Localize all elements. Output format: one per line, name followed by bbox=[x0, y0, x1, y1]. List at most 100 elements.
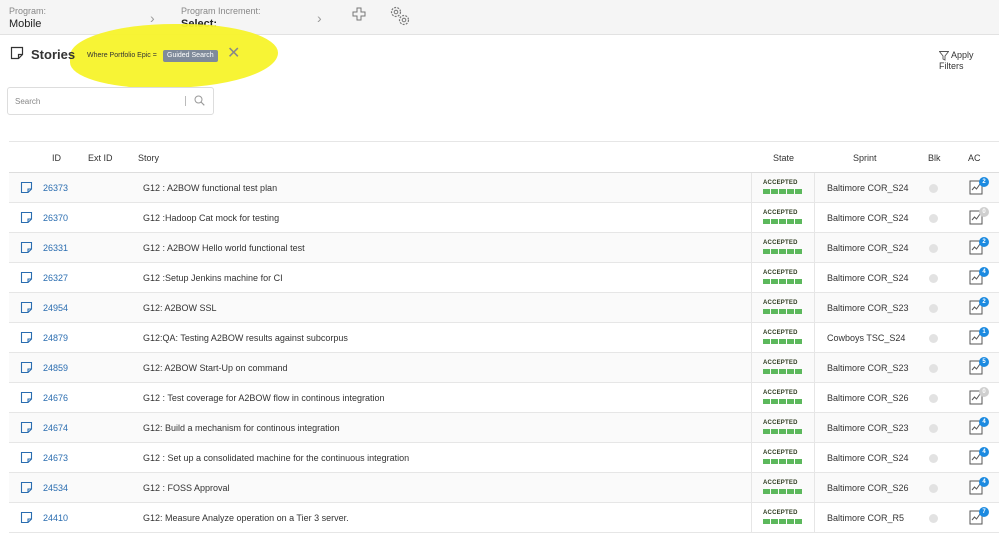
state-label: ACCEPTED bbox=[763, 330, 798, 336]
table-row[interactable]: 24859 G12: A2BOW Start-Up on command ACC… bbox=[9, 353, 999, 383]
blocked-indicator-icon[interactable] bbox=[929, 304, 938, 313]
acceptance-criteria-count-badge: 2 bbox=[979, 237, 989, 247]
blocked-indicator-icon[interactable] bbox=[929, 244, 938, 253]
table-row[interactable]: 26373 G12 : A2BOW functional test plan A… bbox=[9, 173, 999, 203]
story-name: G12 : A2BOW Hello world functional test bbox=[143, 243, 305, 253]
blocked-indicator-icon[interactable] bbox=[929, 514, 938, 523]
sprint-name: Baltimore COR_S24 bbox=[827, 273, 909, 283]
blocked-indicator-icon[interactable] bbox=[929, 394, 938, 403]
story-name: G12:QA: Testing A2BOW results against su… bbox=[143, 333, 348, 343]
acceptance-criteria-count-badge: 7 bbox=[979, 507, 989, 517]
state-progress-bar bbox=[763, 279, 802, 284]
table-row[interactable]: 26327 G12 :Setup Jenkins machine for CI … bbox=[9, 263, 999, 293]
acceptance-criteria-count-badge: 2 bbox=[979, 297, 989, 307]
state-label: ACCEPTED bbox=[763, 510, 798, 516]
story-name: G12: A2BOW SSL bbox=[143, 303, 217, 313]
acceptance-criteria-count-badge: 4 bbox=[979, 447, 989, 457]
state-progress-bar bbox=[763, 339, 802, 344]
sprint-name: Baltimore COR_S23 bbox=[827, 363, 909, 373]
state-cell: ACCEPTED bbox=[751, 293, 815, 322]
story-icon bbox=[20, 511, 33, 524]
blocked-indicator-icon[interactable] bbox=[929, 214, 938, 223]
column-header-ac[interactable]: AC bbox=[968, 153, 981, 163]
column-header-ext-id[interactable]: Ext ID bbox=[88, 153, 113, 163]
story-icon bbox=[20, 211, 33, 224]
state-progress-bar bbox=[763, 369, 802, 374]
acceptance-criteria-count-badge: 2 bbox=[979, 177, 989, 187]
story-name: G12: Measure Analyze operation on a Tier… bbox=[143, 513, 349, 523]
story-id-link[interactable]: 24879 bbox=[43, 333, 68, 343]
settings-gear-icon[interactable] bbox=[389, 5, 411, 27]
column-header-sprint[interactable]: Sprint bbox=[853, 153, 877, 163]
apply-filters-button[interactable]: Apply Filters bbox=[938, 50, 999, 71]
state-cell: ACCEPTED bbox=[751, 233, 815, 262]
acceptance-criteria-count-badge: 0 bbox=[979, 387, 989, 397]
story-icon bbox=[20, 241, 33, 254]
filter-chip[interactable]: Guided Search bbox=[163, 50, 218, 62]
acceptance-criteria-count-badge: 0 bbox=[979, 207, 989, 217]
story-icon bbox=[20, 181, 33, 194]
state-label: ACCEPTED bbox=[763, 270, 798, 276]
table-row[interactable]: 24676 G12 : Test coverage for A2BOW flow… bbox=[9, 383, 999, 413]
story-name: G12 : A2BOW functional test plan bbox=[143, 183, 278, 193]
story-name: G12: A2BOW Start-Up on command bbox=[143, 363, 288, 373]
story-icon bbox=[20, 331, 33, 344]
blocked-indicator-icon[interactable] bbox=[929, 454, 938, 463]
table-row[interactable]: 26331 G12 : A2BOW Hello world functional… bbox=[9, 233, 999, 263]
story-id-link[interactable]: 26370 bbox=[43, 213, 68, 223]
blocked-indicator-icon[interactable] bbox=[929, 274, 938, 283]
story-id-link[interactable]: 24859 bbox=[43, 363, 68, 373]
search-input[interactable] bbox=[15, 95, 180, 108]
table-row[interactable]: 24879 G12:QA: Testing A2BOW results agai… bbox=[9, 323, 999, 353]
story-id-link[interactable]: 24676 bbox=[43, 393, 68, 403]
story-icon bbox=[20, 391, 33, 404]
sprint-name: Baltimore COR_S24 bbox=[827, 453, 909, 463]
sprint-name: Baltimore COR_R5 bbox=[827, 513, 905, 523]
state-cell: ACCEPTED bbox=[751, 353, 815, 382]
story-name: G12: Build a mechanism for continous int… bbox=[143, 423, 340, 433]
search-divider bbox=[185, 96, 186, 106]
blocked-indicator-icon[interactable] bbox=[929, 424, 938, 433]
state-label: ACCEPTED bbox=[763, 180, 798, 186]
blocked-indicator-icon[interactable] bbox=[929, 364, 938, 373]
story-name: G12 :Hadoop Cat mock for testing bbox=[143, 213, 280, 223]
story-id-link[interactable]: 24410 bbox=[43, 513, 68, 523]
table-row[interactable]: 24954 G12: A2BOW SSL ACCEPTED Baltimore … bbox=[9, 293, 999, 323]
column-header-id[interactable]: ID bbox=[52, 153, 61, 163]
acceptance-criteria-count-badge: 4 bbox=[979, 417, 989, 427]
search-icon[interactable] bbox=[194, 95, 205, 106]
blocked-indicator-icon[interactable] bbox=[929, 484, 938, 493]
state-cell: ACCEPTED bbox=[751, 383, 815, 412]
state-cell: ACCEPTED bbox=[751, 413, 815, 442]
story-id-link[interactable]: 26373 bbox=[43, 183, 68, 193]
table-row[interactable]: 24410 G12: Measure Analyze operation on … bbox=[9, 503, 999, 533]
table-row[interactable]: 26370 G12 :Hadoop Cat mock for testing A… bbox=[9, 203, 999, 233]
story-name: G12 : Test coverage for A2BOW flow in co… bbox=[143, 393, 385, 403]
state-cell: ACCEPTED bbox=[751, 443, 815, 472]
program-label: Program: bbox=[9, 6, 47, 16]
story-id-link[interactable]: 26331 bbox=[43, 243, 68, 253]
column-header-story[interactable]: Story bbox=[138, 153, 159, 163]
blocked-indicator-icon[interactable] bbox=[929, 334, 938, 343]
state-label: ACCEPTED bbox=[763, 240, 798, 246]
program-selector[interactable]: Program: Mobile bbox=[9, 6, 46, 31]
story-id-link[interactable]: 26327 bbox=[43, 273, 68, 283]
sprint-name: Baltimore COR_S24 bbox=[827, 183, 909, 193]
state-label: ACCEPTED bbox=[763, 300, 798, 306]
story-id-link[interactable]: 24673 bbox=[43, 453, 68, 463]
state-label: ACCEPTED bbox=[763, 360, 798, 366]
table-row[interactable]: 24673 G12 : Set up a consolidated machin… bbox=[9, 443, 999, 473]
state-progress-bar bbox=[763, 489, 802, 494]
story-id-link[interactable]: 24954 bbox=[43, 303, 68, 313]
blocked-indicator-icon[interactable] bbox=[929, 184, 938, 193]
column-header-blk[interactable]: Blk bbox=[928, 153, 941, 163]
close-icon[interactable]: ✕ bbox=[227, 46, 240, 62]
story-id-link[interactable]: 24534 bbox=[43, 483, 68, 493]
column-header-state[interactable]: State bbox=[773, 153, 794, 163]
add-icon[interactable] bbox=[352, 7, 366, 21]
state-progress-bar bbox=[763, 189, 802, 194]
story-id-link[interactable]: 24674 bbox=[43, 423, 68, 433]
table-row[interactable]: 24674 G12: Build a mechanism for contino… bbox=[9, 413, 999, 443]
state-label: ACCEPTED bbox=[763, 450, 798, 456]
table-row[interactable]: 24534 G12 : FOSS Approval ACCEPTED Balti… bbox=[9, 473, 999, 503]
